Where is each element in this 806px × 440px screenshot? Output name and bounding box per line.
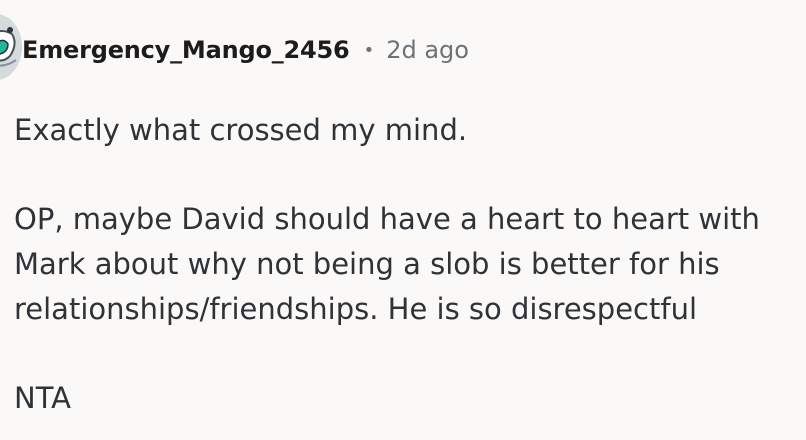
meta-separator: • (363, 39, 375, 61)
comment-paragraph: OP, maybe David should have a heart to h… (14, 202, 760, 326)
avatar[interactable] (0, 14, 22, 80)
user-avatar-icon (0, 14, 22, 80)
comment-paragraph: Exactly what crossed my mind. (14, 113, 468, 147)
comment-header: Emergency_Mango_2456 • 2d ago (22, 30, 469, 70)
comment-body: Exactly what crossed my mind. OP, maybe … (14, 108, 804, 421)
author-username[interactable]: Emergency_Mango_2456 (22, 36, 350, 64)
comment-card: Emergency_Mango_2456 • 2d ago Exactly wh… (0, 0, 806, 440)
comment-timestamp[interactable]: 2d ago (386, 36, 469, 64)
comment-paragraph: NTA (14, 381, 71, 415)
